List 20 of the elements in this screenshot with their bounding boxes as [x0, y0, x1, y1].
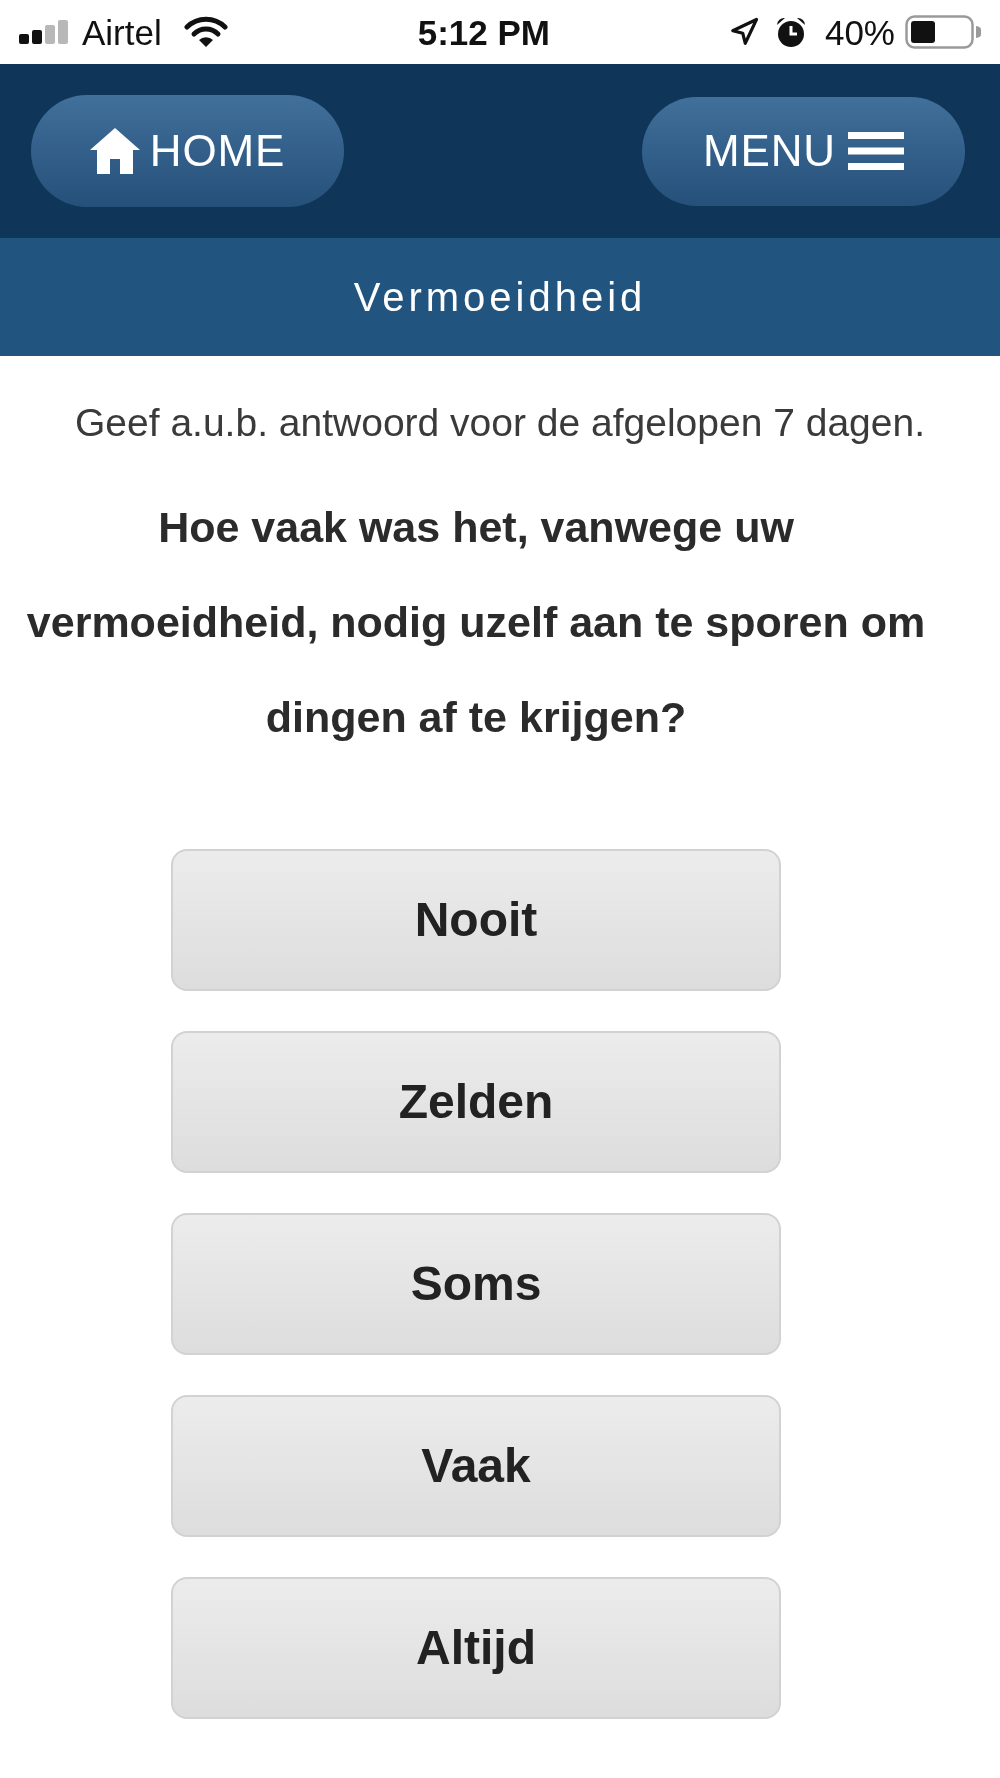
answer-option[interactable]: Altijd [171, 1577, 781, 1719]
answer-option[interactable]: Vaak [171, 1395, 781, 1537]
status-time: 5:12 PM [417, 14, 551, 50]
answer-option[interactable]: Zelden [171, 1031, 781, 1173]
home-icon [89, 128, 140, 174]
alarm-icon [774, 16, 807, 48]
menu-button[interactable]: MENU [642, 96, 965, 206]
question-text: Hoe vaak was het, vanwege uw vermoeidheid, nodig uzelf aan te sporen om dingen af te krijgen? [25, 502, 927, 743]
menu-icon [848, 132, 905, 170]
battery-icon [905, 15, 981, 49]
answer-option[interactable]: Soms [171, 1213, 781, 1355]
home-button[interactable]: HOME [31, 95, 344, 207]
wifi-icon [183, 16, 228, 48]
carrier-name: Airtel [82, 14, 162, 50]
answer-option[interactable]: Nooit [171, 849, 781, 991]
battery-percent: 40% [824, 14, 895, 50]
page-title: Vermoeidheid [353, 277, 647, 317]
signal-icon [19, 20, 70, 44]
location-icon [728, 17, 759, 47]
instruction-text: Geef a.u.b. antwoord voor de afgelopen 7 dagen. [75, 400, 925, 446]
